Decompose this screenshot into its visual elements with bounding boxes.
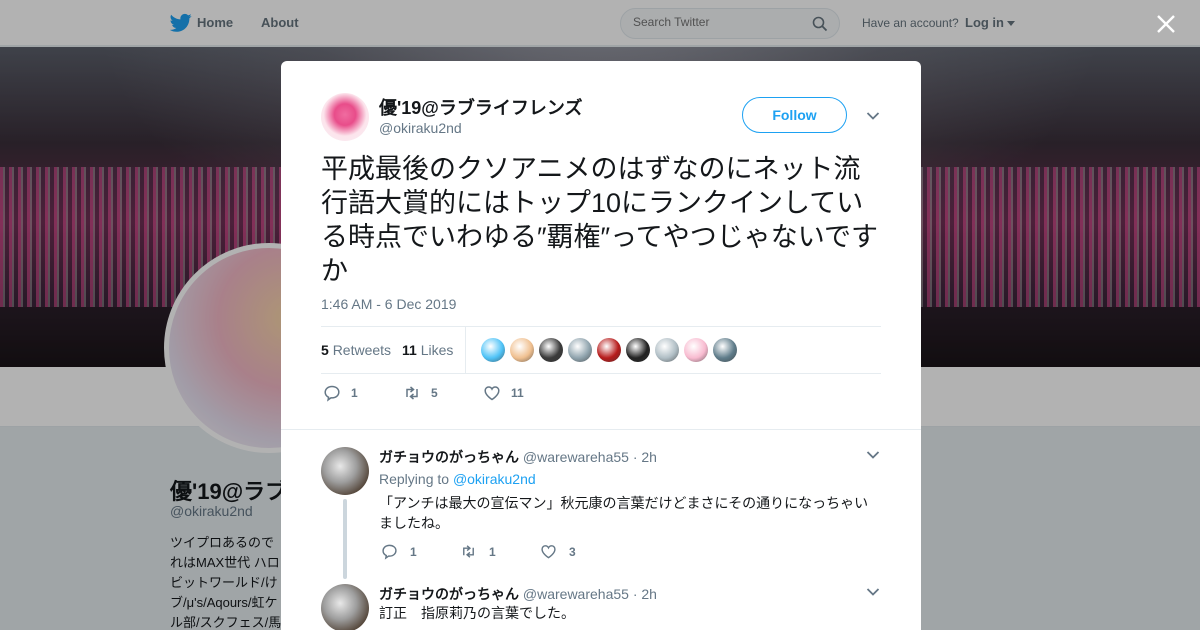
retweet-action[interactable]: 5 <box>403 384 438 402</box>
retweet-count: 5 <box>431 386 438 400</box>
likes-count: 11 <box>402 342 417 358</box>
replying-prefix: Replying to <box>379 471 450 487</box>
tweet-actions: 1 5 11 <box>321 384 881 406</box>
likes-label: Likes <box>420 342 454 358</box>
liker-avatar[interactable] <box>481 338 505 362</box>
liker-avatar[interactable] <box>510 338 534 362</box>
retweet-count: 1 <box>489 544 496 559</box>
replying-to-link[interactable]: @okiraku2nd <box>453 471 536 487</box>
reply-action[interactable]: 1 <box>381 543 417 560</box>
liker-avatar[interactable] <box>655 338 679 362</box>
reply-author-name[interactable]: ガチョウのがっちゃん <box>379 586 519 602</box>
retweets-count: 5 <box>321 342 329 358</box>
reply-count: 1 <box>410 544 417 559</box>
liker-avatar[interactable] <box>597 338 621 362</box>
likers-avatars <box>481 338 742 362</box>
reply-text: 「アンチは最大の宣伝マン」秋元康の言葉だけどまさにその通りになっちゃいましたね。 <box>379 495 869 531</box>
reply-action[interactable]: 1 <box>323 384 358 402</box>
reply-icon <box>324 385 340 402</box>
tweet-modal: 優'19@ラブライフレンズ @okiraku2nd Follow 平成最後のクソ… <box>281 61 921 630</box>
stats-divider <box>465 327 466 373</box>
author-name[interactable]: 優'19@ラブライフレンズ <box>379 94 583 120</box>
reply-avatar[interactable] <box>321 584 369 630</box>
heart-icon <box>484 386 500 401</box>
reply-text: 訂正 指原莉乃の言葉でした。 <box>379 605 575 621</box>
chevron-down-icon[interactable] <box>866 450 880 460</box>
reply-avatar[interactable] <box>321 447 369 495</box>
follow-button[interactable]: Follow <box>742 97 847 133</box>
like-count: 11 <box>511 386 524 400</box>
reply-icon <box>382 544 397 560</box>
tweet-stats: 5 Retweets 11 Likes <box>321 326 881 374</box>
likes-stat[interactable]: 11 Likes <box>402 342 453 358</box>
liker-avatar[interactable] <box>539 338 563 362</box>
tweet-timestamp[interactable]: 1:46 AM - 6 Dec 2019 <box>321 296 456 312</box>
reply-author-handle[interactable]: @warewareha55 <box>523 586 629 602</box>
replying-to: Replying to @okiraku2nd <box>379 471 536 487</box>
reply-author-handle[interactable]: @warewareha55 <box>523 449 629 465</box>
chevron-down-icon[interactable] <box>866 587 880 597</box>
liker-avatar[interactable] <box>568 338 592 362</box>
heart-icon <box>541 545 556 559</box>
liker-avatar[interactable] <box>626 338 650 362</box>
retweet-action[interactable]: 1 <box>460 543 496 560</box>
retweets-stat[interactable]: 5 Retweets <box>321 342 391 358</box>
like-action[interactable]: 11 <box>483 384 524 402</box>
like-action[interactable]: 3 <box>540 543 576 560</box>
liker-avatar[interactable] <box>713 338 737 362</box>
tweet-text: 平成最後のクソアニメのはずなのにネット流行語大賞的にはトップ10にランクインして… <box>321 154 878 286</box>
reply-author-name[interactable]: ガチョウのがっちゃん <box>379 449 519 465</box>
author-avatar[interactable] <box>321 93 369 141</box>
reply-actions: 1 1 3 <box>381 543 781 563</box>
reply-time[interactable]: · 2h <box>633 586 657 602</box>
retweet-icon <box>406 386 418 400</box>
reply-time[interactable]: · 2h <box>633 449 657 465</box>
retweets-label: Retweets <box>332 342 392 358</box>
thread-line <box>343 499 347 579</box>
reply-header: ガチョウのがっちゃん @warewareha55 · 2h <box>379 447 657 467</box>
divider <box>281 429 921 430</box>
retweet-icon <box>463 545 474 558</box>
author-handle[interactable]: @okiraku2nd <box>379 120 462 136</box>
close-icon[interactable] <box>1156 14 1176 34</box>
reply-count: 1 <box>351 386 358 400</box>
like-count: 3 <box>569 544 576 559</box>
reply-header: ガチョウのがっちゃん @warewareha55 · 2h <box>379 584 657 604</box>
chevron-down-icon[interactable] <box>866 111 880 121</box>
liker-avatar[interactable] <box>684 338 708 362</box>
